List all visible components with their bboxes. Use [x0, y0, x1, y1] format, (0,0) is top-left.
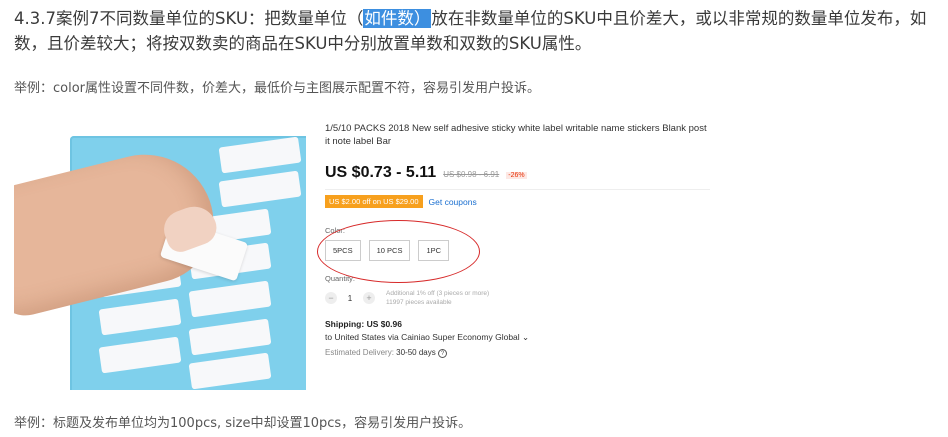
product-title: 1/5/10 PACKS 2018 New self adhesive stic…	[325, 123, 707, 147]
quantity-value[interactable]: 1	[345, 294, 355, 303]
increase-button[interactable]: +	[363, 292, 375, 304]
delivery-value: 30-50 days	[396, 348, 436, 357]
coupon-row: US $2.00 off on US $29.00 Get coupons	[325, 195, 710, 208]
quantity-hint: Additional 1% off (3 pieces or more) 119…	[386, 289, 489, 307]
price: US $0.73 - 5.11	[325, 164, 437, 181]
decrease-button[interactable]: −	[325, 292, 337, 304]
delivery-label: Estimated Delivery:	[325, 348, 394, 357]
help-icon[interactable]: ?	[437, 349, 447, 358]
case-heading: 4.3.7案例7不同数量单位的SKU：把数量单位（如件数）放在非数量单位的SKU…	[14, 6, 936, 56]
coupon-badge: US $2.00 off on US $29.00	[325, 195, 423, 208]
product-screenshot: 1/5/10 PACKS 2018 New self adhesive stic…	[14, 122, 714, 392]
annotation-circle	[317, 220, 480, 283]
divider	[325, 189, 710, 190]
shipping-row: Shipping: US $0.96	[325, 319, 710, 329]
get-coupons-link[interactable]: Get coupons	[429, 197, 477, 207]
example-2: 举例：标题及发布单位均为100pcs, size中却设置10pcs，容易引发用户…	[14, 416, 472, 431]
delivery-row: Estimated Delivery: 30-50 days ?	[325, 348, 710, 358]
example-1: 举例：color属性设置不同件数，价差大，最低价与主图展示配置不符，容易引发用户…	[14, 81, 541, 96]
product-image	[14, 126, 306, 390]
availability-hint: 11997 pieces available	[386, 299, 452, 306]
quantity-stepper: − 1 + Additional 1% off (3 pieces or mor…	[325, 289, 710, 307]
heading-text-before: 4.3.7案例7不同数量单位的SKU：把数量单位（	[14, 9, 364, 28]
discount-badge: -26%	[506, 172, 527, 179]
shipping-label: Shipping:	[325, 319, 365, 329]
shipping-route[interactable]: to United States via Cainiao Super Econo…	[325, 332, 710, 343]
original-price: US $0.98 - 6.91	[443, 170, 500, 179]
bulk-discount-hint: Additional 1% off (3 pieces or more)	[386, 290, 490, 297]
shipping-price: US $0.96	[366, 319, 403, 329]
price-row: US $0.73 - 5.11 US $0.98 - 6.91 -26%	[325, 164, 710, 182]
heading-highlight: 如件数）	[363, 9, 432, 28]
